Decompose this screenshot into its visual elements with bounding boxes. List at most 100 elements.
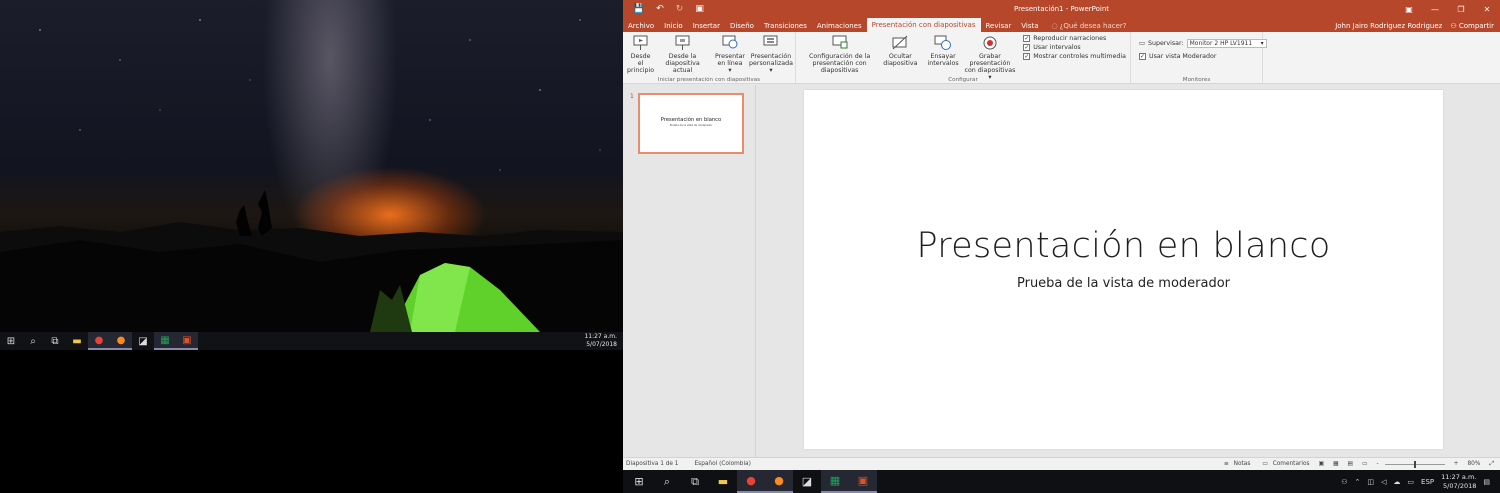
custom-show-icon — [763, 35, 778, 46]
from-beginning-l2: principio — [627, 67, 655, 74]
undo-icon[interactable]: ↶ — [656, 4, 664, 14]
firefox-icon[interactable]: ● — [765, 470, 793, 493]
powerpoint-icon[interactable]: ▣ — [849, 470, 877, 493]
slide-thumbnail[interactable]: Presentación en blanco Prueba de la vist… — [638, 93, 744, 154]
chrome-icon[interactable]: ● — [88, 332, 110, 350]
from-current-l1: Desde la — [668, 53, 697, 60]
reading-view-icon[interactable]: ▤ — [1345, 461, 1353, 467]
group-monitores-label: Monitores — [1182, 77, 1211, 83]
tab-insertar[interactable]: Insertar — [688, 19, 725, 32]
zoom-in-button[interactable]: + — [1451, 461, 1459, 467]
tab-transiciones[interactable]: Transiciones — [759, 19, 812, 32]
setup-l2: presentación con diapositivas — [812, 60, 867, 74]
status-bar: Diapositiva 1 de 1 Español (Colombia) ≡ … — [623, 457, 1500, 470]
tab-animaciones[interactable]: Animaciones — [812, 19, 867, 32]
fit-to-window-icon[interactable]: ⤢ — [1486, 461, 1494, 468]
check-icon: ✓ — [1139, 53, 1146, 60]
windows-start-icon[interactable]: ⊞ — [625, 470, 653, 493]
search-icon[interactable]: ⌕ — [22, 332, 44, 350]
tab-archivo[interactable]: Archivo — [623, 19, 659, 32]
play-narrations-checkbox[interactable]: ✓ Reproducir narraciones — [1023, 35, 1126, 42]
input-language[interactable]: ESP — [1421, 478, 1434, 486]
ribbon-display-options-icon[interactable]: ▣ — [1396, 5, 1422, 14]
tab-vista[interactable]: Vista — [1016, 19, 1043, 32]
tab-diseno[interactable]: Diseño — [725, 19, 759, 32]
slide-thumbnails-pane: 1 Presentación en blanco Prueba de la vi… — [623, 85, 756, 457]
hide-l2: diapositiva — [883, 60, 918, 67]
clock-date: 5/07/2018 — [586, 341, 617, 348]
notifications-icon[interactable]: ▤ — [1483, 478, 1490, 486]
person-icon: ⚇ — [1450, 21, 1459, 30]
excel-icon[interactable]: ▦ — [821, 470, 849, 493]
comments-button[interactable]: ▭ Comentarios — [1256, 461, 1309, 467]
excel-icon[interactable]: ▦ — [154, 332, 176, 350]
normal-view-icon[interactable]: ▣ — [1316, 461, 1324, 467]
notes-button[interactable]: ≡ Notas — [1218, 461, 1250, 467]
clock-time: 11:27 a.m. — [584, 333, 617, 340]
volume-icon[interactable]: ◁ — [1381, 478, 1386, 486]
task-view-icon[interactable]: ⧉ — [44, 332, 66, 350]
check-icon: ✓ — [1023, 53, 1031, 60]
supervisar-label: Supervisar: — [1147, 40, 1184, 47]
left-monitor: ⊞ ⌕ ⧉ ▬ ● ● ◪ ▦ ▣ 11:27 a.m. 5/07/2018 — [0, 0, 623, 493]
stopwatch-icon — [934, 35, 952, 50]
chrome-icon[interactable]: ● — [737, 470, 765, 493]
powerpoint-icon[interactable]: ▣ — [176, 332, 198, 350]
zoom-out-button[interactable]: - — [1374, 461, 1379, 467]
from-current-icon — [675, 35, 690, 50]
slideshow-view-icon[interactable]: ▭ — [1359, 461, 1367, 467]
slide-title[interactable]: Presentación en blanco — [804, 226, 1443, 266]
taskbar-clock[interactable]: 11:27 a.m. 5/07/2018 — [1441, 473, 1476, 491]
restore-icon[interactable]: ❐ — [1448, 5, 1474, 14]
file-explorer-icon[interactable]: ▬ — [709, 470, 737, 493]
quick-access-toolbar: 💾 ↶ ↻ ▣ — [623, 4, 704, 14]
monitor-select[interactable]: Monitor 2 HP LV1911 ▾ — [1186, 39, 1267, 48]
wallpaper-landscape — [0, 19, 623, 332]
tell-me-box[interactable]: ◌ ¿Qué desea hacer? — [1044, 19, 1127, 32]
record-icon — [983, 36, 997, 50]
thumbnail-title: Presentación en blanco — [660, 117, 722, 123]
share-button[interactable]: ⚇ Compartir — [1450, 22, 1494, 30]
sticky-notes-icon[interactable]: ◪ — [793, 470, 821, 493]
minimize-icon[interactable]: — — [1422, 5, 1448, 14]
user-name[interactable]: John Jairo Rodriguez Rodriguez — [1335, 22, 1442, 30]
tab-inicio[interactable]: Inicio — [659, 19, 688, 32]
battery-icon[interactable]: ▭ — [1407, 478, 1414, 486]
search-icon[interactable]: ⌕ — [653, 470, 681, 493]
monitor-select-value: Monitor 2 HP LV1911 — [1189, 40, 1253, 47]
taskbar-clock[interactable]: 11:27 a.m. 5/07/2018 — [584, 333, 623, 349]
start-slideshow-icon[interactable]: ▣ — [695, 4, 704, 14]
tab-presentacion[interactable]: Presentación con diapositivas — [866, 18, 981, 32]
slide-canvas[interactable]: Presentación en blanco Prueba de la vist… — [804, 90, 1443, 449]
people-icon[interactable]: ⚇ — [1341, 478, 1347, 486]
status-right: ≡ Notas ▭ Comentarios ▣ ▦ ▤ ▭ - + 80% ⤢ — [1218, 460, 1500, 468]
chevron-up-icon[interactable]: ⌃ — [1355, 478, 1361, 486]
sticky-notes-icon[interactable]: ◪ — [132, 332, 154, 350]
show-media-controls-checkbox[interactable]: ✓ Mostrar controles multimedia — [1023, 53, 1126, 60]
powerpoint-window: 💾 ↶ ↻ ▣ Presentación1 - PowerPoint ▣ — ❐… — [623, 0, 1500, 470]
task-view-icon[interactable]: ⧉ — [681, 470, 709, 493]
slide-sorter-icon[interactable]: ▦ — [1330, 461, 1338, 467]
use-timings-checkbox[interactable]: ✓ Usar intervalos — [1023, 44, 1126, 51]
lightbulb-icon: ◌ — [1051, 21, 1058, 30]
save-icon[interactable]: 💾 — [633, 4, 644, 14]
file-explorer-icon[interactable]: ▬ — [66, 332, 88, 350]
windows-start-icon[interactable]: ⊞ — [0, 332, 22, 350]
slide-subtitle[interactable]: Prueba de la vista de moderador — [804, 276, 1443, 291]
zoom-slider[interactable] — [1384, 460, 1445, 468]
tab-revisar[interactable]: Revisar — [981, 19, 1017, 32]
use-presenter-view-checkbox[interactable]: ✓ Usar vista Moderador — [1139, 53, 1267, 60]
zoom-level[interactable]: 80% — [1464, 461, 1480, 467]
group-configurar: Configuración de la presentación con dia… — [796, 32, 1131, 84]
network-icon[interactable]: ◫ — [1367, 478, 1374, 486]
firefox-icon[interactable]: ● — [110, 332, 132, 350]
language-status[interactable]: Español (Colombia) — [679, 461, 751, 467]
close-icon[interactable]: ✕ — [1474, 5, 1500, 14]
use-timings-label: Usar intervalos — [1033, 44, 1081, 51]
onedrive-icon[interactable]: ☁ — [1393, 478, 1400, 486]
window-controls: ▣ — ❐ ✕ — [1396, 5, 1500, 14]
comment-icon: ▭ — [1262, 461, 1270, 467]
redo-icon[interactable]: ↻ — [676, 4, 684, 14]
custom-show-l1: Presentación — [750, 53, 792, 60]
zoom-slider-thumb[interactable] — [1413, 460, 1416, 468]
